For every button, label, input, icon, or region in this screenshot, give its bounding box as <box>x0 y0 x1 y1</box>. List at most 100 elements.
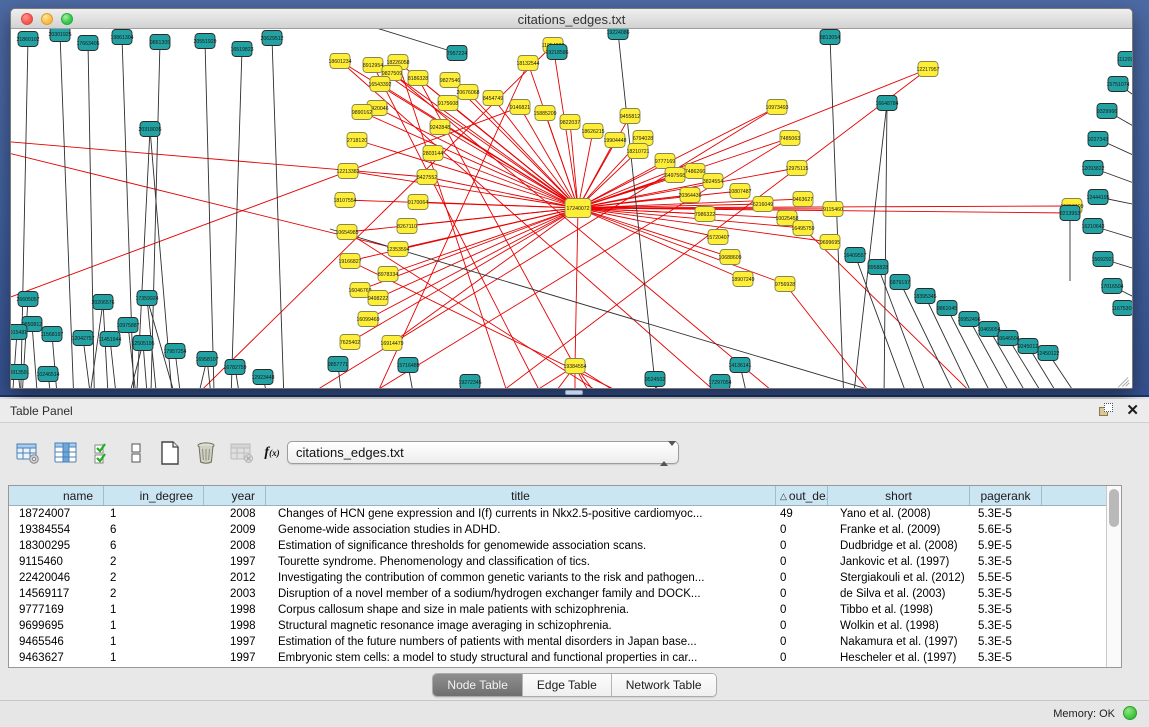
hub-node[interactable]: 17240072 <box>565 199 591 218</box>
column-header-year[interactable]: year <box>204 486 266 505</box>
network-node[interactable]: 26605057 <box>16 292 39 307</box>
citation-edge-red[interactable] <box>528 63 578 208</box>
network-node[interactable]: 10246514 <box>36 367 59 382</box>
table-cell[interactable]: 5.3E-5 <box>970 554 1042 570</box>
network-node[interactable]: 6497568 <box>665 168 685 183</box>
table-cell[interactable]: 0 <box>776 554 828 570</box>
table-cell[interactable]: 2 <box>104 554 204 570</box>
table-row[interactable]: 946362711997Embryonic stem cells: a mode… <box>9 650 1121 666</box>
network-node[interactable]: 16099469 <box>356 312 379 327</box>
table-cell[interactable]: Franke et al. (2009) <box>828 522 970 538</box>
table-cell[interactable]: 0 <box>776 586 828 602</box>
citation-edge-black[interactable] <box>122 37 135 388</box>
network-node[interactable]: 10807487 <box>728 184 751 199</box>
table-cell[interactable]: 2008 <box>204 506 266 522</box>
table-cell[interactable]: Dudbridge et al. (2008) <box>828 538 970 554</box>
table-cell[interactable]: 49 <box>776 506 828 522</box>
column-header-pagerank[interactable]: pagerank <box>970 486 1042 505</box>
table-cell[interactable]: 9465546 <box>9 634 104 650</box>
table-cell[interactable]: Estimation of the future numbers of pati… <box>266 634 776 650</box>
network-node[interactable]: 10654985 <box>335 225 358 240</box>
trash-icon[interactable] <box>192 439 220 467</box>
table-cell[interactable]: Tourette syndrome. Phenomenology and cla… <box>266 554 776 570</box>
network-node[interactable]: 9170064 <box>408 195 428 210</box>
network-node[interactable]: 9756928 <box>775 277 795 292</box>
table-cell[interactable]: 9699695 <box>9 618 104 634</box>
network-node[interactable]: 7986322 <box>695 207 715 222</box>
column-header-name[interactable]: name <box>9 486 104 505</box>
table-cell[interactable]: 2 <box>104 570 204 586</box>
table-cell[interactable]: Corpus callosum shape and size in male p… <box>266 602 776 618</box>
network-node[interactable]: 15885209 <box>533 106 556 121</box>
table-cell[interactable]: 5.3E-5 <box>970 650 1042 666</box>
network-node[interactable]: 9329966 <box>1097 104 1117 119</box>
table-cell[interactable]: 5.3E-5 <box>970 634 1042 650</box>
network-node[interactable]: 17663405 <box>76 36 99 51</box>
network-node[interactable]: 8427552 <box>417 170 437 185</box>
network-node[interactable]: 9455812 <box>620 109 640 124</box>
table-cell[interactable]: 1 <box>104 506 204 522</box>
network-node[interactable]: 15692921 <box>1091 252 1114 267</box>
network-node[interactable]: 12975115 <box>786 161 809 176</box>
network-node[interactable]: 9890162 <box>352 105 372 120</box>
close-panel-icon[interactable]: ✕ <box>1126 403 1139 418</box>
network-node[interactable]: 17297054 <box>708 375 731 389</box>
network-node[interactable]: 12450122 <box>1036 346 1059 361</box>
network-node[interactable]: 7957224 <box>447 46 467 61</box>
splitter-handle[interactable] <box>565 390 583 395</box>
table-row[interactable]: 969969511998Structural magnetic resonanc… <box>9 618 1121 634</box>
network-node[interactable]: 9245012 <box>1018 339 1038 354</box>
table-cell[interactable]: 1998 <box>204 618 266 634</box>
scrollbar-thumb[interactable] <box>1109 489 1119 527</box>
network-node[interactable]: 9699695 <box>820 235 840 250</box>
network-node[interactable]: 16210643 <box>1081 219 1104 234</box>
table-cell[interactable]: Tibbo et al. (1998) <box>828 602 970 618</box>
network-node[interactable]: 16952496 <box>957 312 980 327</box>
float-panel-icon[interactable] <box>1099 403 1114 418</box>
network-node[interactable]: 9822037 <box>560 115 580 130</box>
select-all-checks-icon[interactable] <box>90 439 118 467</box>
table-cell[interactable]: Genome-wide association studies in ADHD. <box>266 522 776 538</box>
network-node[interactable]: 12093822 <box>1081 161 1104 176</box>
network-node[interactable]: 16495759 <box>791 221 814 236</box>
function-builder-icon[interactable]: f(x) <box>258 439 286 467</box>
network-node[interactable]: 10973493 <box>765 100 788 115</box>
table-row[interactable]: 977716911998Corpus callosum shape and si… <box>9 602 1121 618</box>
network-node[interactable]: 18210721 <box>626 144 649 159</box>
column-header-out-de-[interactable]: △out_de... <box>776 486 828 505</box>
network-node[interactable]: 8454749 <box>483 91 503 106</box>
table-cell[interactable]: 0 <box>776 602 828 618</box>
network-node[interactable]: 8213953 <box>1060 206 1080 221</box>
network-node[interactable]: 19861304 <box>110 30 133 45</box>
network-node[interactable]: 9861045 <box>937 301 957 316</box>
table-cell[interactable]: 1 <box>104 634 204 650</box>
network-node[interactable]: 9498222 <box>368 291 388 306</box>
network-node[interactable]: 6879197 <box>890 275 910 290</box>
network-node[interactable]: 16409557 <box>843 248 866 263</box>
network-node[interactable]: 9227343 <box>1088 132 1108 147</box>
network-node[interactable]: 20913591 <box>11 365 30 380</box>
tab-edge-table[interactable]: Edge Table <box>523 674 612 696</box>
network-node[interactable]: 19384554 <box>563 359 586 374</box>
table-cell[interactable]: 5.9E-5 <box>970 538 1042 554</box>
table-settings-icon[interactable] <box>14 439 42 467</box>
network-node[interactable]: 3915481 <box>11 325 27 340</box>
table-cell[interactable]: 5.3E-5 <box>970 602 1042 618</box>
network-node[interactable]: 20364436 <box>678 188 701 203</box>
table-cell[interactable]: Embryonic stem cells: a model to study s… <box>266 650 776 666</box>
table-row[interactable]: 1938455462009Genome-wide association stu… <box>9 522 1121 538</box>
table-cell[interactable]: Wolkin et al. (1998) <box>828 618 970 634</box>
citation-edge-black[interactable] <box>855 255 920 388</box>
table-cell[interactable]: 2009 <box>204 522 266 538</box>
table-cell[interactable]: 19384554 <box>9 522 104 538</box>
network-view-window[interactable]: citations_edges.txt 17240072186012348912… <box>10 8 1133 389</box>
citation-edge-red[interactable] <box>578 69 928 208</box>
table-cell[interactable]: 0 <box>776 634 828 650</box>
citation-edge-red[interactable] <box>350 208 578 261</box>
table-cell[interactable]: 5.3E-5 <box>970 586 1042 602</box>
rows-icon[interactable] <box>122 439 150 467</box>
network-node[interactable]: 11675305 <box>1112 301 1132 316</box>
table-cell[interactable]: 1997 <box>204 634 266 650</box>
network-node[interactable]: 12217957 <box>916 62 939 77</box>
column-header-title[interactable]: title <box>266 486 776 505</box>
